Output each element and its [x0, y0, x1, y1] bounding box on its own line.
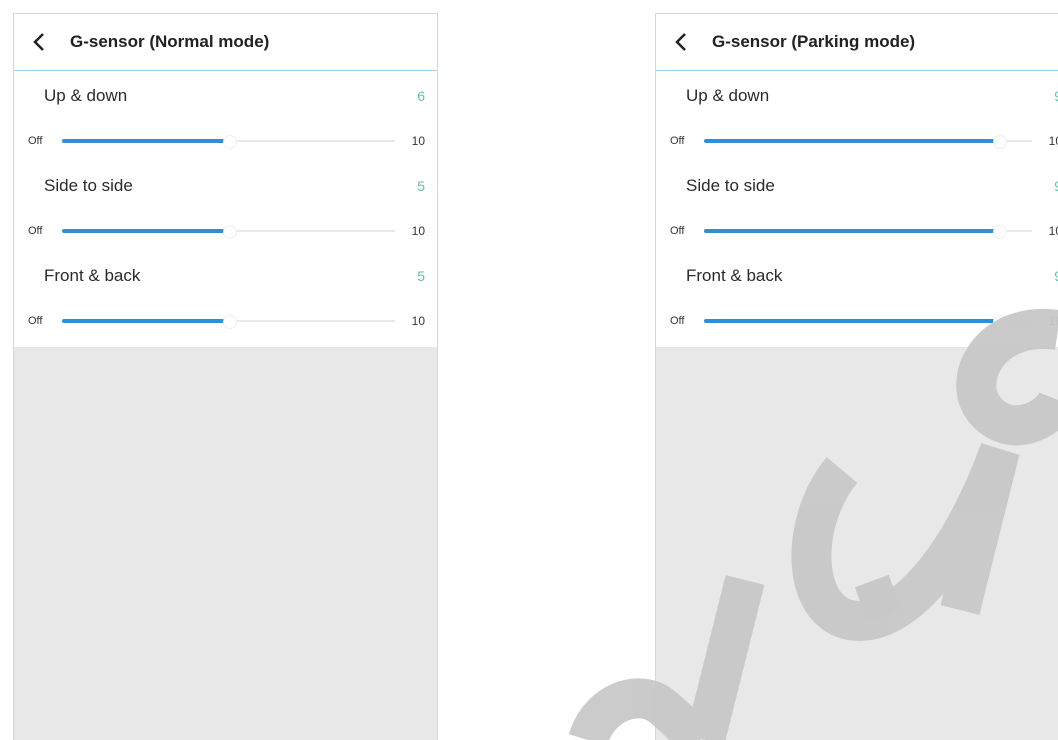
slider-front-back[interactable]: Off 10 — [656, 301, 1058, 341]
slider-thumb[interactable] — [222, 315, 237, 329]
slider-up-down[interactable]: Off 10 — [656, 121, 1058, 161]
setting-row-front-back: Front & back 5 — [14, 251, 437, 301]
settings-list: Up & down 6 Off 10 Side to side 5 Off 10… — [14, 71, 437, 347]
screen-normal-mode: G-sensor (Normal mode) Up & down 6 Off 1… — [13, 13, 438, 740]
slider-max-label: 10 — [411, 134, 425, 148]
setting-value: 9 — [1034, 88, 1058, 104]
slider-side-to-side[interactable]: Off 10 — [656, 211, 1058, 251]
slider-fill — [704, 229, 1000, 233]
page-title: G-sensor (Parking mode) — [712, 32, 916, 51]
slider-track[interactable] — [62, 315, 395, 329]
back-arrow-icon[interactable] — [664, 24, 700, 60]
slider-max-label: 10 — [411, 224, 425, 238]
setting-label: Side to side — [44, 176, 133, 195]
setting-row-front-back: Front & back 9 — [656, 251, 1058, 301]
slider-thumb[interactable] — [993, 315, 1008, 329]
back-arrow-icon[interactable] — [22, 24, 58, 60]
setting-label: Front & back — [44, 266, 141, 285]
slider-min-label: Off — [670, 135, 685, 147]
slider-track[interactable] — [704, 225, 1032, 239]
setting-value: 9 — [1034, 178, 1058, 194]
slider-thumb[interactable] — [222, 225, 237, 239]
settings-list: Up & down 9 Off 10 Side to side 9 Off 10… — [656, 71, 1058, 347]
slider-thumb[interactable] — [993, 225, 1008, 239]
slider-fill — [62, 319, 229, 323]
setting-row-side-to-side: Side to side 9 — [656, 161, 1058, 211]
setting-row-up-down: Up & down 9 — [656, 71, 1058, 121]
slider-min-label: Off — [28, 225, 43, 237]
slider-side-to-side[interactable]: Off 10 — [14, 211, 437, 251]
setting-row-side-to-side: Side to side 5 — [14, 161, 437, 211]
slider-fill — [62, 139, 229, 143]
page-title: G-sensor (Normal mode) — [70, 32, 270, 51]
slider-up-down[interactable]: Off 10 — [14, 121, 437, 161]
slider-track[interactable] — [62, 135, 395, 149]
slider-min-label: Off — [28, 135, 43, 147]
slider-fill — [704, 139, 1000, 143]
slider-thumb[interactable] — [993, 135, 1008, 149]
setting-label: Side to side — [686, 176, 775, 195]
slider-fill — [62, 229, 229, 233]
slider-max-label: 10 — [1048, 314, 1058, 328]
slider-min-label: Off — [670, 225, 685, 237]
slider-max-label: 10 — [1048, 134, 1058, 148]
slider-track[interactable] — [704, 135, 1032, 149]
setting-value: 5 — [417, 268, 425, 284]
header: G-sensor (Parking mode) — [656, 14, 1058, 71]
slider-max-label: 10 — [1048, 224, 1058, 238]
slider-fill — [704, 319, 1000, 323]
setting-value: 6 — [417, 88, 425, 104]
slider-front-back[interactable]: Off 10 — [14, 301, 437, 341]
screen-parking-mode: G-sensor (Parking mode) Up & down 9 Off … — [655, 13, 1058, 740]
slider-track[interactable] — [62, 225, 395, 239]
setting-row-up-down: Up & down 6 — [14, 71, 437, 121]
setting-value: 5 — [417, 178, 425, 194]
setting-label: Up & down — [686, 86, 770, 105]
slider-track[interactable] — [704, 315, 1032, 329]
setting-label: Front & back — [686, 266, 783, 285]
slider-max-label: 10 — [411, 314, 425, 328]
setting-label: Up & down — [44, 86, 128, 105]
slider-min-label: Off — [28, 315, 43, 327]
slider-min-label: Off — [670, 315, 685, 327]
setting-value: 9 — [1034, 268, 1058, 284]
header: G-sensor (Normal mode) — [14, 14, 437, 71]
slider-thumb[interactable] — [222, 135, 237, 149]
